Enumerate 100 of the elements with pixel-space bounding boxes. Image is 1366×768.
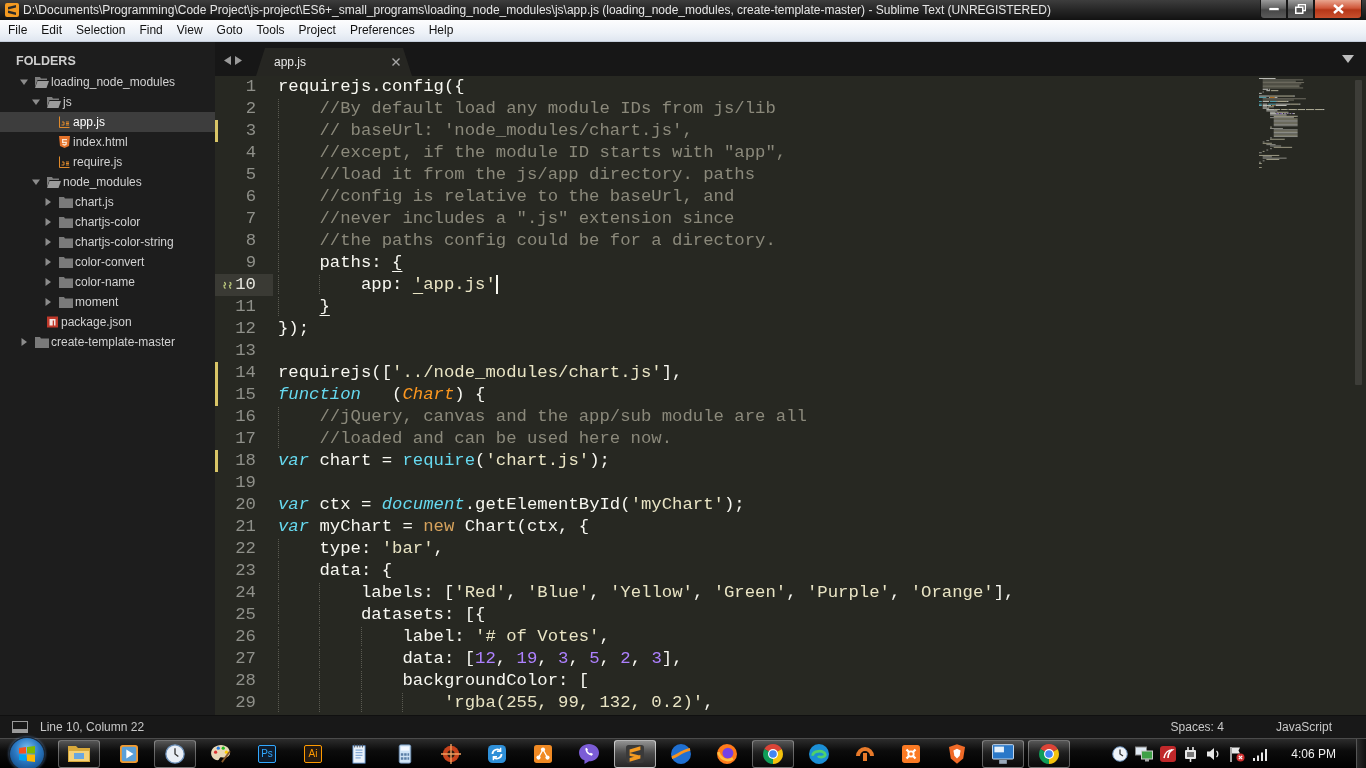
taskbar-button[interactable] [982, 739, 1024, 768]
taskbar-button[interactable]: Ps [246, 739, 288, 768]
code-line: requirejs(['../node_modules/chart.js'], [278, 362, 683, 384]
app-logo: Ps [258, 744, 276, 763]
tab[interactable]: app.js [256, 48, 412, 76]
notepad-icon [352, 743, 366, 764]
folder-icon [59, 256, 73, 268]
segmented-circle-icon [763, 743, 783, 764]
code-line: //load it from the js/app directory. paths [278, 164, 756, 186]
start-button[interactable] [9, 737, 45, 768]
disclosure-triangle-icon[interactable] [20, 338, 28, 346]
curve-tile-icon[interactable] [1160, 745, 1177, 762]
monitors-icon[interactable] [1135, 745, 1154, 762]
line-number: 25 [235, 604, 256, 626]
tree-item[interactable]: moment [0, 292, 215, 312]
sidebar-header: FOLDERS [16, 53, 76, 70]
disclosure-triangle-icon[interactable] [44, 258, 52, 266]
palette-icon [211, 744, 231, 763]
disclosure-triangle-icon[interactable] [32, 178, 40, 186]
zigzag-tile-icon [626, 744, 644, 763]
right-triangle-icon[interactable] [235, 55, 242, 65]
menu-item[interactable]: Selection [69, 21, 133, 40]
taskbar-button[interactable] [58, 739, 100, 768]
code-line: // baseUrl: 'node_modules/chart.js', [278, 120, 693, 142]
calculator-icon [398, 743, 412, 764]
disclosure-triangle-icon[interactable] [20, 78, 28, 86]
disclosure-triangle-icon[interactable] [44, 198, 52, 206]
code-line: paths: { [278, 252, 403, 274]
disclosure-triangle-icon[interactable] [44, 238, 52, 246]
menu-item[interactable]: View [169, 21, 210, 40]
taskbar-button[interactable] [614, 739, 656, 768]
line-number: 8 [245, 230, 256, 252]
tree-item[interactable]: chartjs-color [0, 212, 215, 232]
folder-icon [59, 216, 73, 228]
disclosure-triangle-icon[interactable] [44, 298, 52, 306]
code-line: type: 'bar', [278, 538, 444, 560]
taskbar-button[interactable] [154, 739, 196, 768]
tree-item[interactable]: loading_node_modules [0, 72, 215, 92]
clock-time[interactable]: 4:06 PM [1291, 746, 1336, 761]
disclosure-triangle-icon[interactable] [32, 98, 40, 106]
tree-item[interactable]: index.html [0, 132, 215, 152]
code-line: function (Chart) { [278, 384, 486, 406]
minimize-button[interactable] [1260, 0, 1287, 19]
tree-item[interactable]: node_modules [0, 172, 215, 192]
panel-icon[interactable] [12, 721, 28, 733]
tree-item[interactable]: color-convert [0, 252, 215, 272]
tree-item[interactable]: color-name [0, 272, 215, 292]
line-number: 14 [235, 362, 256, 384]
line-number: 9 [245, 252, 256, 274]
code-line: 'rgba(255, 99, 132, 0.2)', [278, 692, 714, 714]
indentation-setting[interactable]: Spaces: 4 [1170, 720, 1224, 734]
close-button[interactable] [1314, 0, 1362, 19]
tree-item[interactable]: package.json [0, 312, 215, 332]
tree-item[interactable]: app.js [0, 112, 215, 132]
folder-icon [59, 276, 73, 288]
taskbar-button[interactable] [752, 739, 794, 768]
flag-icon[interactable] [1229, 745, 1246, 762]
tree-item[interactable]: chartjs-color-string [0, 232, 215, 252]
maximize-button[interactable] [1287, 0, 1314, 19]
tree-item[interactable]: js [0, 92, 215, 112]
down-triangle-icon[interactable] [1342, 55, 1354, 63]
line-number: 12 [235, 318, 256, 340]
open-folder-icon [35, 76, 49, 88]
taskbar-button[interactable] [1028, 739, 1070, 768]
code-line: } [278, 296, 330, 318]
code-line: label: '# of Votes', [278, 626, 610, 648]
clock-icon [165, 743, 185, 764]
syntax-setting[interactable]: JavaScript [1275, 720, 1332, 734]
segmented-circle-icon [1039, 743, 1059, 764]
menu-item[interactable]: Find [132, 21, 170, 40]
tree-item[interactable]: chart.js [0, 192, 215, 212]
code-line: var ctx = document.getElementById('myChart'); [278, 494, 745, 516]
menu-item[interactable]: Edit [34, 21, 70, 40]
folder-icon [68, 745, 90, 762]
square-logo-icon [47, 316, 58, 328]
close-icon[interactable] [392, 58, 400, 66]
disclosure-triangle-icon[interactable] [44, 278, 52, 286]
show-desktop-button[interactable] [1356, 738, 1366, 768]
code-line: //loaded and can be used here now. [278, 428, 673, 450]
clock-icon[interactable] [1112, 745, 1129, 762]
play-icon [120, 744, 138, 763]
menu-item[interactable]: Goto [209, 21, 250, 40]
menu-item[interactable]: Preferences [342, 21, 422, 40]
line-number: 24 [235, 582, 256, 604]
ringed-orb-icon [717, 743, 737, 764]
line-number: 7 [245, 208, 256, 230]
nodes-icon [534, 744, 552, 763]
taskbar-button[interactable]: Ai [292, 739, 334, 768]
line-number: 27 [235, 648, 256, 670]
line-number: 20 [235, 494, 256, 516]
menu-item[interactable]: Help [421, 21, 461, 40]
menu-item[interactable]: Tools [249, 21, 292, 40]
left-triangle-icon[interactable] [224, 55, 231, 65]
menu-item[interactable]: Project [291, 21, 343, 40]
tree-item[interactable]: require.js [0, 152, 215, 172]
line-number: 13 [235, 340, 256, 362]
signal-bars-icon[interactable] [1252, 746, 1269, 761]
tree-item[interactable]: create-template-master [0, 332, 215, 352]
disclosure-triangle-icon[interactable] [44, 218, 52, 226]
menu-item[interactable]: File [1, 21, 35, 40]
